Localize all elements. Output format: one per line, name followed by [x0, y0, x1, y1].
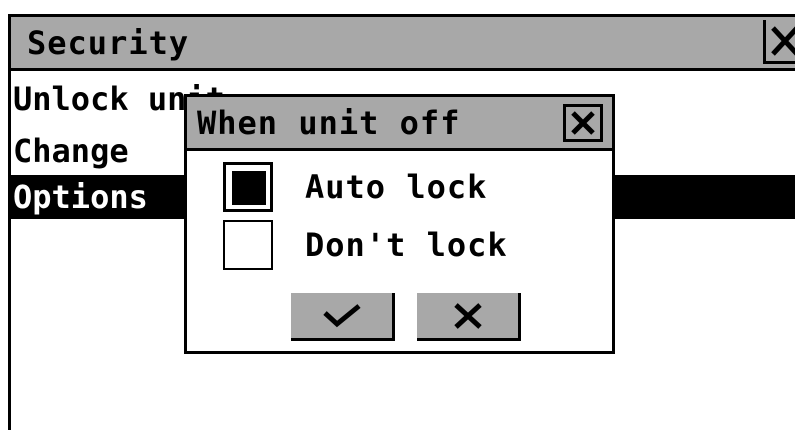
dialog-close-button[interactable] — [563, 104, 603, 142]
when-unit-off-dialog: When unit off Auto lock Don't lock — [184, 94, 615, 354]
close-icon — [770, 25, 795, 56]
auto-lock-option[interactable]: Auto lock — [223, 161, 487, 213]
close-icon — [571, 111, 595, 135]
window-close-button[interactable] — [763, 20, 795, 64]
check-icon — [322, 303, 361, 327]
dialog-title: When unit off — [197, 104, 461, 142]
auto-lock-label: Auto lock — [305, 168, 488, 206]
confirm-button[interactable] — [291, 293, 395, 341]
dont-lock-label: Don't lock — [305, 226, 508, 264]
checkbox-checked-mark — [232, 171, 266, 205]
cancel-button[interactable] — [417, 293, 521, 341]
dont-lock-checkbox[interactable] — [223, 220, 273, 270]
x-icon — [453, 302, 482, 329]
auto-lock-checkbox[interactable] — [223, 162, 273, 212]
dialog-titlebar: When unit off — [187, 97, 612, 151]
window-titlebar: Security — [11, 17, 795, 71]
window-title: Security — [27, 24, 190, 62]
dont-lock-option[interactable]: Don't lock — [223, 219, 508, 271]
